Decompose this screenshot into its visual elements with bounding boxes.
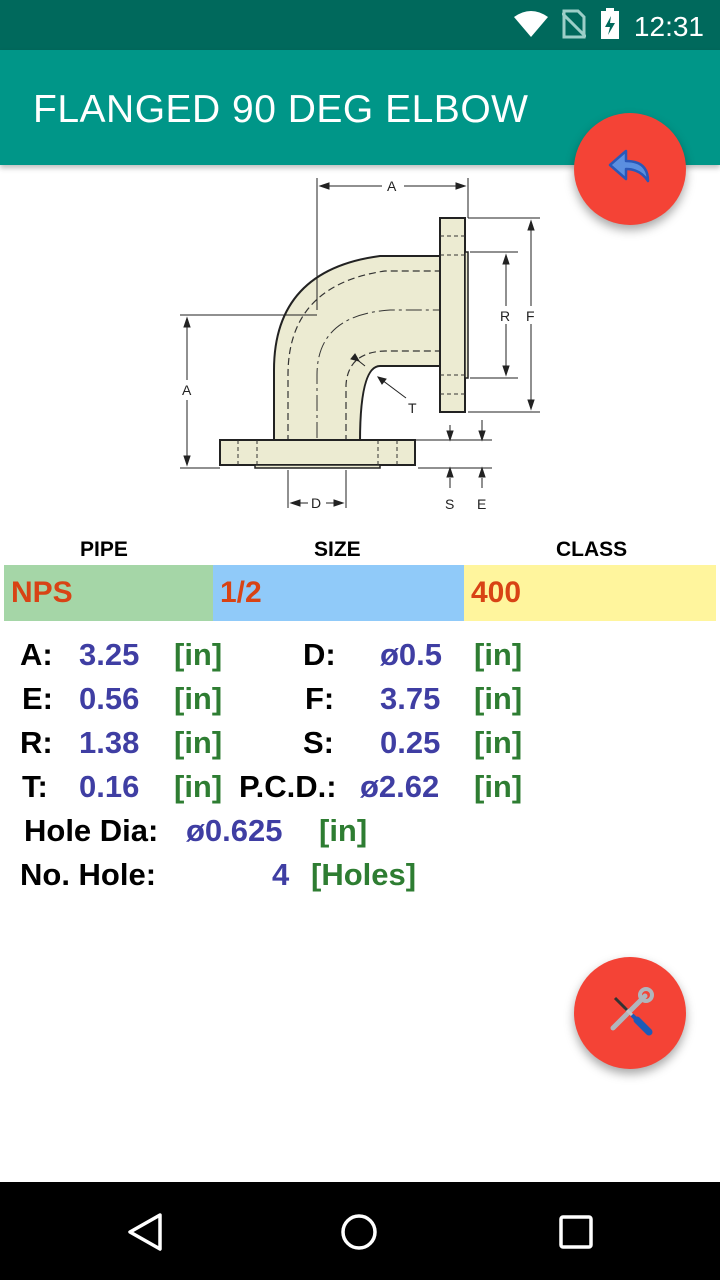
result-a-unit: [in] (174, 637, 223, 672)
result-d-unit: [in] (474, 637, 523, 672)
result-hole-dia-label: Hole Dia: (24, 813, 159, 848)
class-selector[interactable]: 400 (464, 565, 716, 621)
result-hole-dia-value: ø0.625 (186, 813, 283, 848)
home-nav-icon[interactable] (340, 1213, 378, 1256)
wifi-icon (513, 11, 548, 42)
result-e-value: 0.56 (79, 681, 140, 716)
pipe-selector[interactable]: NPS (4, 565, 213, 621)
result-t-unit: [in] (174, 769, 223, 804)
result-r-label: R: (20, 725, 53, 760)
selector-row: NPS 1/2 400 (4, 565, 716, 621)
tools-icon (605, 986, 655, 1041)
dim-label-t: T (408, 400, 417, 416)
class-selector-value: 400 (471, 576, 522, 609)
dim-label-d: D (311, 495, 321, 511)
dim-label-r: R (500, 308, 510, 324)
page-title: FLANGED 90 DEG ELBOW (33, 88, 529, 131)
result-no-hole-unit: [Holes] (311, 857, 417, 892)
result-e-unit: [in] (174, 681, 223, 716)
dim-label-a-top: A (387, 178, 397, 194)
result-no-hole-value: 4 (272, 857, 290, 892)
selector-headers: PIPE SIZE CLASS (0, 538, 720, 564)
back-button[interactable] (574, 113, 686, 225)
result-pcd-value: ø2.62 (360, 769, 440, 804)
dim-label-a-left: A (182, 382, 192, 398)
navigation-bar (0, 1182, 720, 1280)
result-s-value: 0.25 (380, 725, 441, 760)
pipe-selector-value: NPS (11, 576, 73, 609)
result-t-label: T: (22, 769, 48, 804)
elbow-diagram: A A R F T D S E (160, 170, 560, 520)
result-d-label: D: (303, 637, 336, 672)
recents-nav-icon[interactable] (558, 1214, 594, 1255)
result-s-label: S: (303, 725, 334, 760)
result-r-unit: [in] (174, 725, 223, 760)
tools-button[interactable] (574, 957, 686, 1069)
status-time: 12:31 (633, 10, 704, 42)
dim-label-f: F (526, 308, 535, 324)
result-pcd-unit: [in] (474, 769, 523, 804)
result-a-value: 3.25 (79, 637, 140, 672)
status-bar: 12:31 (0, 0, 720, 50)
result-f-unit: [in] (474, 681, 523, 716)
battery-charging-icon (600, 8, 620, 45)
result-no-hole-label: No. Hole: (20, 857, 157, 892)
no-sim-icon (560, 9, 587, 44)
undo-arrow-icon (608, 147, 652, 192)
result-hole-dia-unit: [in] (319, 813, 368, 848)
result-r-value: 1.38 (79, 725, 140, 760)
size-selector[interactable]: 1/2 (213, 565, 464, 621)
class-header: CLASS (556, 538, 628, 561)
result-s-unit: [in] (474, 725, 523, 760)
result-e-label: E: (22, 681, 53, 716)
result-a-label: A: (20, 637, 53, 672)
dim-label-s: S (445, 496, 454, 512)
result-f-value: 3.75 (380, 681, 441, 716)
result-d-value: ø0.5 (380, 637, 443, 672)
size-selector-value: 1/2 (220, 576, 262, 609)
size-header: SIZE (314, 538, 361, 561)
dim-label-e: E (477, 496, 486, 512)
pipe-header: PIPE (80, 538, 128, 561)
result-t-value: 0.16 (79, 769, 140, 804)
back-nav-icon[interactable] (126, 1212, 164, 1257)
result-f-label: F: (305, 681, 335, 716)
result-pcd-label: P.C.D.: (239, 769, 337, 804)
